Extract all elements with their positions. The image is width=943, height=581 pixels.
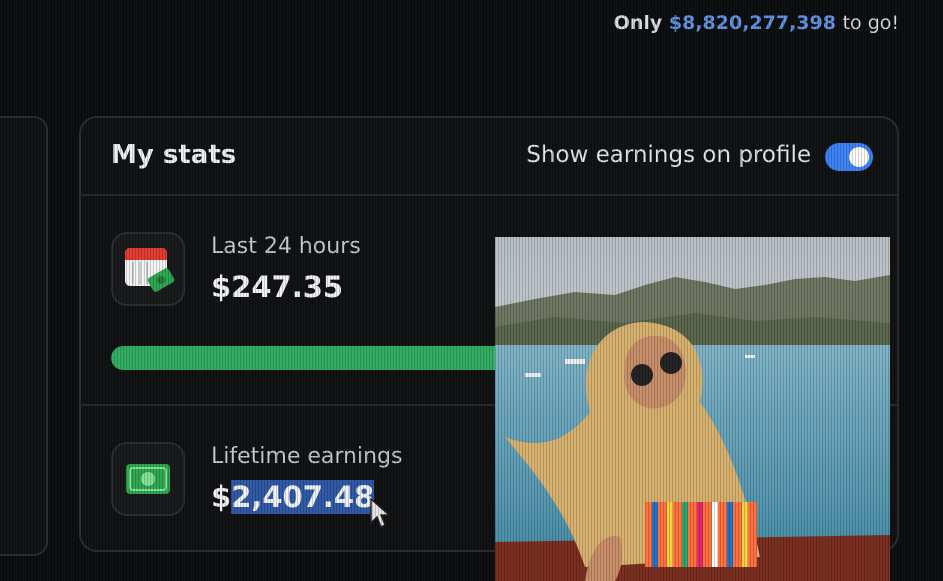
lifetime-selected-text[interactable]: 2,407.48 — [231, 480, 375, 514]
last-24-value: $247.35 — [211, 270, 344, 304]
lifetime-value[interactable]: $2,407.48 — [211, 480, 375, 514]
show-earnings-toggle[interactable] — [825, 143, 873, 171]
goal-suffix: to go! — [842, 12, 899, 34]
left-panel — [0, 116, 48, 556]
lifetime-label: Lifetime earnings — [211, 444, 403, 469]
cash-icon — [111, 442, 185, 516]
toggle-knob — [849, 147, 869, 167]
show-earnings-label: Show earnings on profile — [526, 142, 811, 168]
stats-title: My stats — [111, 140, 237, 170]
last-24-label: Last 24 hours — [211, 234, 361, 259]
stats-header: My stats Show earnings on profile — [81, 118, 897, 196]
goal-amount: $8,820,277,398 — [668, 12, 836, 34]
goal-prefix: Only — [613, 12, 663, 34]
person-photo — [495, 237, 890, 581]
calendar-money-icon — [111, 232, 185, 306]
earnings-goal: Only $8,820,277,398 to go! — [614, 12, 899, 34]
lifetime-currency: $ — [211, 480, 232, 514]
mouse-cursor-icon — [370, 498, 391, 529]
